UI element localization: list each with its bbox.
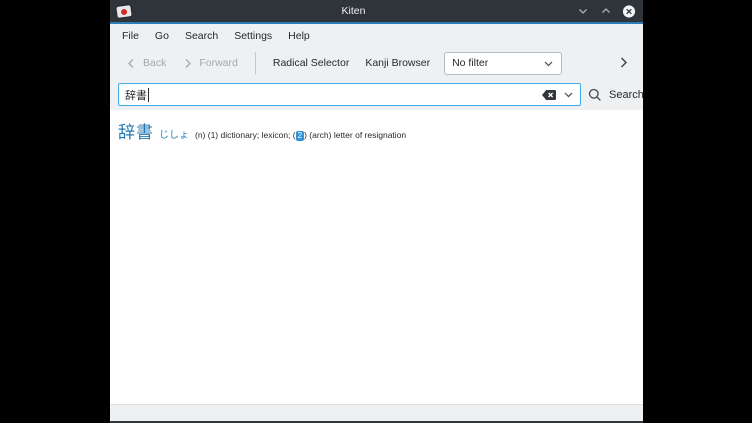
search-bar-row: 辞書 [110, 79, 643, 110]
sense-number-badge: 2 [296, 131, 304, 141]
kiten-app-icon [116, 5, 131, 18]
search-button[interactable]: Search [580, 83, 652, 106]
search-input[interactable]: 辞書 [118, 83, 581, 106]
chevron-right-icon [182, 58, 193, 69]
window-title: Kiten [131, 5, 576, 17]
back-label: Back [143, 57, 166, 69]
radical-selector-label: Radical Selector [273, 57, 349, 69]
title-bar[interactable]: Kiten [110, 0, 643, 22]
menu-file[interactable]: File [114, 27, 147, 45]
chevron-left-icon [126, 58, 137, 69]
forward-label: Forward [199, 57, 238, 69]
chevron-right-icon [617, 56, 630, 69]
radical-selector-button[interactable]: Radical Selector [265, 52, 357, 74]
kanji-browser-label: Kanji Browser [365, 57, 430, 69]
back-button[interactable]: Back [118, 52, 174, 74]
maximize-icon[interactable] [599, 4, 613, 18]
minimize-icon[interactable] [576, 4, 590, 18]
search-input-value: 辞書 [125, 87, 147, 103]
search-button-label: Search [609, 89, 644, 101]
search-history-dropdown-icon[interactable] [563, 89, 574, 100]
kiten-window: Kiten File [110, 0, 643, 423]
menu-search[interactable]: Search [177, 27, 226, 45]
close-icon[interactable] [622, 4, 636, 18]
filter-selected-value: No filter [452, 57, 488, 69]
main-toolbar: Back Forward Radical Selector Kanji Brow… [110, 47, 643, 79]
kanji-browser-button[interactable]: Kanji Browser [357, 52, 438, 74]
results-view[interactable]: 辞書 じしょ (n) (1) dictionary; lexicon; (2) … [110, 110, 643, 404]
filter-combobox[interactable]: No filter [444, 52, 562, 75]
entry-reading[interactable]: じしょ [159, 126, 189, 141]
menu-bar: File Go Search Settings Help [110, 24, 643, 47]
menu-go[interactable]: Go [147, 27, 177, 45]
magnifier-icon [588, 88, 602, 102]
chevron-down-icon [543, 58, 554, 69]
dictionary-entry: 辞書 じしょ (n) (1) dictionary; lexicon; (2) … [118, 118, 635, 143]
forward-button[interactable]: Forward [174, 52, 246, 74]
entry-word[interactable]: 辞書 [118, 118, 154, 143]
definition-text-after: ) (arch) letter of resignation [304, 130, 406, 140]
window-controls [576, 4, 636, 18]
text-caret [148, 88, 149, 102]
toolbar-separator [255, 52, 256, 74]
definition-text-before: (n) (1) dictionary; lexicon; ( [195, 130, 296, 140]
desktop-stage: Kiten File [0, 0, 752, 423]
toolbar-overflow-button[interactable] [613, 52, 633, 72]
status-bar [110, 404, 643, 421]
clear-text-icon[interactable] [541, 89, 557, 101]
menu-help[interactable]: Help [280, 27, 318, 45]
entry-definition: (n) (1) dictionary; lexicon; (2) (arch) … [195, 130, 406, 141]
menu-settings[interactable]: Settings [226, 27, 280, 45]
